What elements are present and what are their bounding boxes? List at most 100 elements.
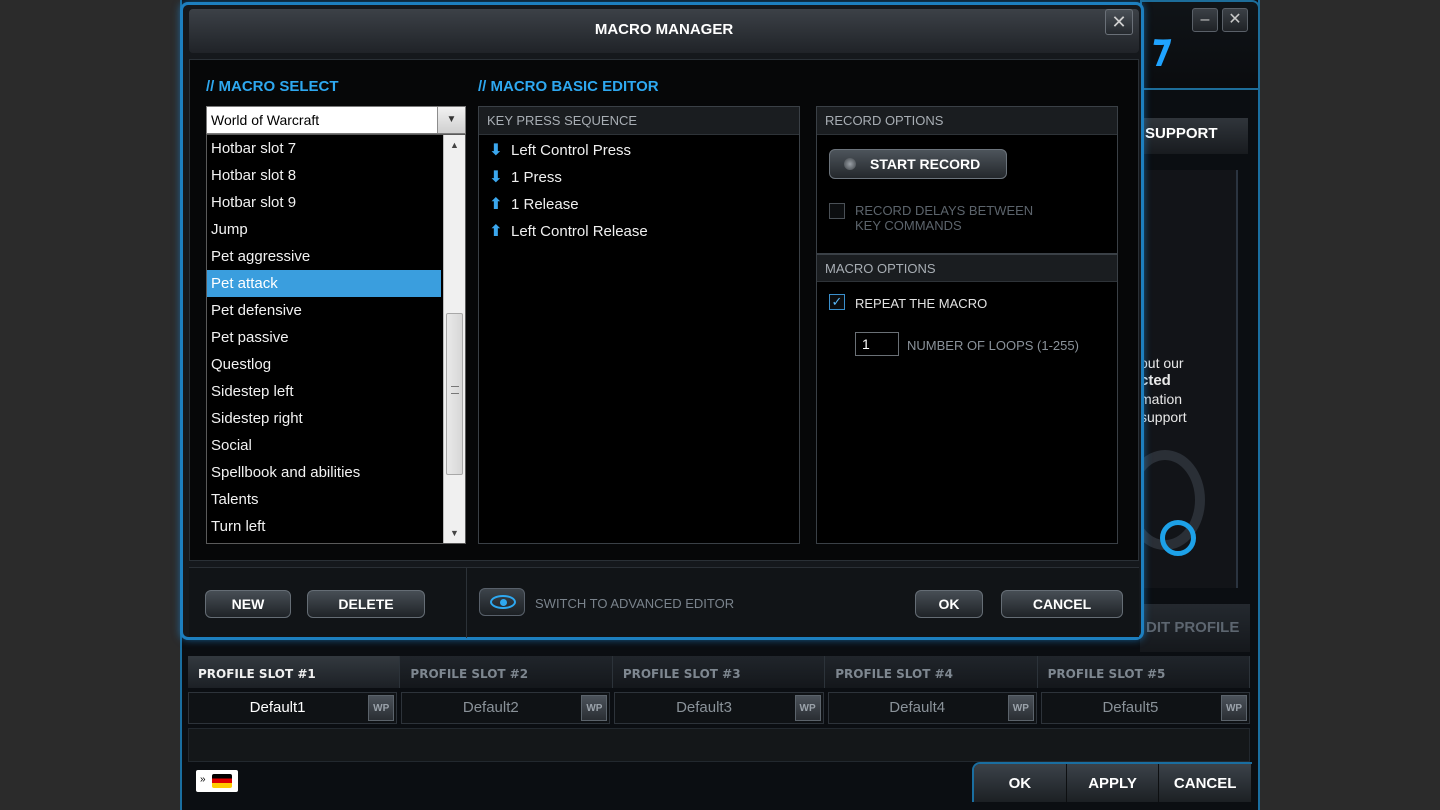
- eye-pupil: [500, 599, 507, 606]
- dialog-cancel-button[interactable]: CANCEL: [1001, 590, 1123, 618]
- key-sequence-item[interactable]: ⬇ Left Control Press: [479, 137, 799, 164]
- wp-button[interactable]: WP: [794, 695, 821, 721]
- record-options-panel: RECORD OPTIONS START RECORD RECORD DELAY…: [816, 106, 1118, 254]
- status-strip: [188, 728, 1250, 762]
- profile-name-field-2[interactable]: Default2 WP: [401, 692, 611, 724]
- key-sequence-item[interactable]: ⬇ 1 Press: [479, 164, 799, 191]
- profile-name: Default3: [676, 699, 732, 716]
- edit-profile-button[interactable]: DIT PROFILE: [1140, 604, 1250, 652]
- dialog-content: // MACRO SELECT // MACRO BASIC EDITOR Wo…: [189, 59, 1139, 561]
- macro-list-item[interactable]: Sidestep right: [207, 405, 441, 432]
- minimize-button[interactable]: –: [1192, 8, 1218, 32]
- grip-icon: [451, 386, 459, 394]
- key-sequence-item[interactable]: ⬆ 1 Release: [479, 191, 799, 218]
- key-sequence-label: 1 Press: [511, 169, 562, 186]
- macro-select-heading: // MACRO SELECT: [206, 78, 339, 95]
- new-macro-button[interactable]: NEW: [205, 590, 291, 618]
- scroll-down-icon[interactable]: ▼: [444, 523, 465, 543]
- profile-slot-tab-2[interactable]: PROFILE SLOT #2: [400, 656, 613, 688]
- profile-name-field-3[interactable]: Default3 WP: [614, 692, 824, 724]
- expand-icon: »: [200, 774, 206, 785]
- record-delays-label: RECORD DELAYS BETWEEN KEY COMMANDS: [855, 203, 1033, 233]
- macro-list-item[interactable]: Spellbook and abilities: [207, 459, 441, 486]
- dialog-title: MACRO MANAGER: [594, 21, 734, 38]
- macro-list-item[interactable]: Sidestep left: [207, 378, 441, 405]
- profile-name-field-5[interactable]: Default5 WP: [1040, 692, 1251, 724]
- scroll-up-icon[interactable]: ▲: [444, 135, 465, 155]
- dialog-title-bar: MACRO MANAGER: [189, 9, 1139, 53]
- german-flag-icon: [212, 774, 232, 788]
- footer-divider: [466, 568, 467, 638]
- key-sequence-list[interactable]: ⬇ Left Control Press ⬇ 1 Press ⬆ 1 Release ⬆ Le…: [479, 135, 799, 245]
- scrollbar-thumb[interactable]: [446, 313, 463, 475]
- language-button[interactable]: »: [196, 770, 238, 792]
- macro-options-panel: MACRO OPTIONS ✓ REPEAT THE MACRO 1 NUMBE…: [816, 254, 1118, 544]
- macro-basic-editor-heading: // MACRO BASIC EDITOR: [478, 78, 659, 95]
- profile-name-field-4[interactable]: Default4 WP: [827, 692, 1037, 724]
- key-press-sequence-panel: KEY PRESS SEQUENCE ⬇ Left Control Press ⬇ 1…: [478, 106, 800, 544]
- profile-slot-tabs: PROFILE SLOT #1 PROFILE SLOT #2 PROFILE …: [188, 656, 1251, 688]
- repeat-macro-checkbox[interactable]: ✓: [829, 294, 845, 310]
- wrench-ring-icon: [1160, 520, 1196, 556]
- game-select-value: World of Warcraft: [211, 112, 320, 128]
- start-record-label: START RECORD: [870, 156, 981, 172]
- macro-list[interactable]: Hotbar slot 7 Hotbar slot 8 Hotbar slot 9J…: [206, 134, 466, 544]
- macro-list-scrollbar[interactable]: ▲ ▼: [443, 135, 465, 543]
- wp-button[interactable]: WP: [1007, 695, 1034, 721]
- macro-list-item[interactable]: Questlog: [207, 351, 441, 378]
- chevron-down-icon[interactable]: ▼: [437, 107, 465, 133]
- macro-list-item[interactable]: Hotbar slot 7: [207, 135, 441, 162]
- key-sequence-label: Left Control Press: [511, 142, 632, 159]
- main-ok-button[interactable]: OK: [974, 764, 1067, 802]
- switch-advanced-editor-button[interactable]: [479, 588, 525, 616]
- arrow-down-icon: ⬇: [489, 141, 503, 159]
- support-tab[interactable]: SUPPORT: [1140, 118, 1248, 154]
- profile-name-fields: Default1 WP Default2 WP Default3 WP Default…: [188, 692, 1251, 724]
- macro-list-item[interactable]: Pet passive: [207, 324, 441, 351]
- macro-list-item[interactable]: Turn left: [207, 513, 441, 540]
- key-sequence-item[interactable]: ⬆ Left Control Release: [479, 218, 799, 245]
- profile-slot-tab-5[interactable]: PROFILE SLOT #5: [1037, 656, 1251, 688]
- wp-button[interactable]: WP: [581, 695, 608, 721]
- arrow-up-icon: ⬆: [489, 195, 503, 213]
- support-text-line: mation: [1140, 391, 1183, 407]
- repeat-macro-label: REPEAT THE MACRO: [855, 296, 988, 311]
- eye-icon: [490, 595, 516, 609]
- macro-manager-dialog: MACRO MANAGER ✕ // MACRO SELECT // MACRO…: [180, 2, 1144, 640]
- dialog-close-button[interactable]: ✕: [1105, 9, 1133, 35]
- support-text-line: support: [1140, 409, 1187, 425]
- macro-list-item[interactable]: Talents: [207, 486, 441, 513]
- macro-list-item[interactable]: Hotbar slot 8: [207, 162, 441, 189]
- main-cancel-button[interactable]: CANCEL: [1159, 764, 1252, 802]
- profile-name-field-1[interactable]: Default1 WP: [188, 692, 398, 724]
- record-icon: [844, 158, 856, 170]
- arrow-up-icon: ⬆: [489, 222, 503, 240]
- loops-input[interactable]: 1: [855, 332, 899, 356]
- support-text: out our cted mation support: [1140, 354, 1240, 426]
- game-select-dropdown[interactable]: World of Warcraft ▼: [206, 106, 466, 134]
- macro-list-item[interactable]: Jump: [207, 216, 441, 243]
- record-delays-checkbox[interactable]: [829, 203, 845, 219]
- key-press-sequence-head: KEY PRESS SEQUENCE: [479, 107, 799, 135]
- profile-name: Default4: [889, 699, 946, 716]
- app-close-button[interactable]: ✕: [1222, 8, 1248, 32]
- delete-macro-button[interactable]: DELETE: [307, 590, 425, 618]
- support-text-line: out our: [1140, 355, 1184, 371]
- key-sequence-label: Left Control Release: [511, 223, 648, 240]
- macro-list-item[interactable]: Pet aggressive: [207, 243, 441, 270]
- start-record-button[interactable]: START RECORD: [829, 149, 1007, 179]
- switch-advanced-editor-label[interactable]: SWITCH TO ADVANCED EDITOR: [535, 596, 734, 611]
- macro-list-item[interactable]: Pet defensive: [207, 297, 441, 324]
- wp-button[interactable]: WP: [368, 695, 395, 721]
- main-apply-button[interactable]: APPLY: [1066, 764, 1160, 802]
- record-options-head: RECORD OPTIONS: [817, 107, 1117, 135]
- loops-label: NUMBER OF LOOPS (1-255): [907, 338, 1079, 353]
- wp-button[interactable]: WP: [1221, 695, 1248, 721]
- macro-list-item[interactable]: Pet attack: [207, 270, 441, 297]
- profile-slot-tab-1[interactable]: PROFILE SLOT #1: [188, 656, 401, 688]
- macro-list-item[interactable]: Social: [207, 432, 441, 459]
- profile-slot-tab-3[interactable]: PROFILE SLOT #3: [612, 656, 826, 688]
- dialog-ok-button[interactable]: OK: [915, 590, 983, 618]
- profile-slot-tab-4[interactable]: PROFILE SLOT #4: [825, 656, 1038, 688]
- macro-list-item[interactable]: Hotbar slot 9: [207, 189, 441, 216]
